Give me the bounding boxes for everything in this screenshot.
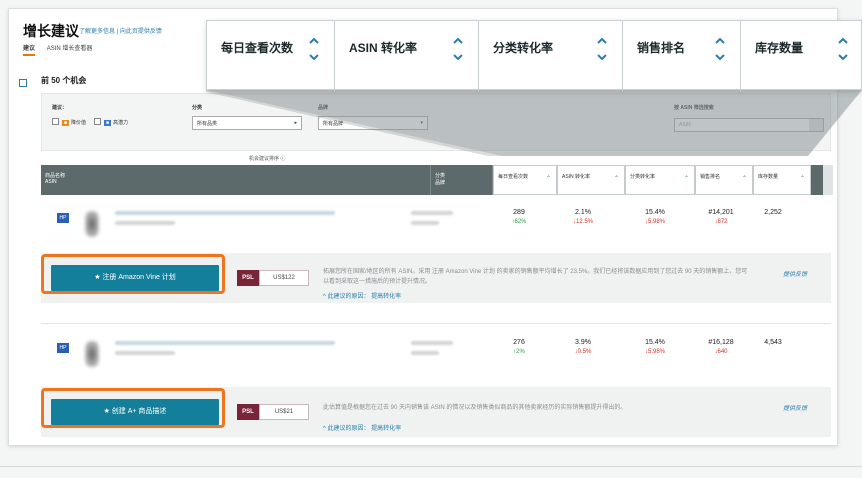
cta-highlight — [41, 254, 225, 294]
product-name-blurred[interactable] — [115, 211, 335, 215]
search-icon[interactable] — [809, 119, 823, 131]
brand-blurred — [411, 351, 439, 355]
zoom-col-asin-cvr[interactable]: ASIN 转化率 — [335, 21, 479, 91]
bottom-divider — [0, 466, 862, 467]
type-option-1: ■ 降价值 — [62, 120, 87, 126]
sidebar-icon[interactable] — [19, 79, 27, 87]
sort-updown-icon[interactable] — [308, 35, 320, 63]
feedback-link[interactable]: 提供反馈 — [783, 269, 807, 278]
recommendation-text: 拓展您所在国家/地区的所有 ASIN。采用 注册 Amazon Vine 计划 … — [323, 269, 748, 285]
tab-asin-viewer[interactable]: ASIN 增长查看器 — [47, 46, 93, 52]
sales-rank-value: #14,201 — [708, 209, 734, 216]
brand-select[interactable]: 所有品牌 ▾ — [318, 116, 428, 130]
brand-blurred — [411, 221, 439, 225]
table-caption: 机会建议排序 ⓘ — [249, 156, 286, 162]
category-cvr-value: 15.4% — [645, 339, 665, 346]
sort-icon[interactable]: ⌃ — [800, 175, 805, 182]
col-asin-cvr[interactable]: ASIN 转化率 ⌃ — [557, 165, 625, 195]
zoom-col-category-cvr[interactable]: 分类转化率 — [479, 21, 623, 91]
daily-views-delta: ↑62% — [511, 219, 527, 225]
search-label: 按 ASIN 筛选搜索 — [674, 105, 714, 111]
screenshot-stage: 增长建议 了解更多信息 | 向此页提供反馈 建议 ASIN 增长查看器 前 50… — [0, 0, 862, 478]
category-filter-label: 分类 — [192, 105, 203, 111]
table-row: HP 276 ↑2% 3.9% ↓0.5% 15.4% ↓5.98% #16,1… — [41, 329, 831, 379]
col-product: 商品名称 ASIN — [41, 165, 431, 195]
category-cvr-value: 15.4% — [645, 209, 665, 216]
col-sales-rank[interactable]: 销售排名 ⌃ — [695, 165, 753, 195]
table-header-end — [823, 165, 833, 195]
sales-rank-delta: ↓640 — [714, 349, 728, 355]
sort-updown-icon[interactable] — [714, 35, 726, 63]
projected-sales-value: US$122 — [259, 270, 309, 286]
category-blurred — [411, 341, 453, 345]
row-divider — [41, 323, 831, 324]
stock-value: 2,252 — [764, 209, 782, 216]
projected-sales-value: US$21 — [259, 404, 309, 420]
recommendation-reason-link[interactable]: ^ 此建议的原因： 提高转化率 — [323, 423, 401, 432]
sales-rank-value: #16,128 — [708, 339, 734, 346]
category-blurred — [411, 211, 453, 215]
filters-panel: 建议： ■ 降价值 ■ 高潜力 分类 所有品类 ▸ 品牌 所有品牌 ▾ 按 ASIN 筛… — [41, 93, 831, 151]
zoom-col-sales-rank[interactable]: 销售排名 — [623, 21, 741, 91]
product-thumbnail — [85, 211, 99, 237]
recommendation-text: 此估算值是根据您在过去 90 天内销售该 ASIN 的情况以及销售类似商品的其他… — [323, 405, 627, 411]
col-category: 分类 品牌 — [431, 165, 493, 195]
sort-updown-icon[interactable] — [837, 35, 849, 63]
daily-views-delta: ↑2% — [513, 349, 525, 355]
daily-views-value: 276 — [513, 339, 525, 346]
type-filter-label: 建议： — [52, 105, 68, 111]
asin-cvr-delta: ↓0.5% — [574, 349, 592, 355]
asin-blurred — [115, 351, 175, 355]
table-row: HP 289 ↑62% 2.1% ↓12.5% 15.4% ↓5.98% #14… — [41, 199, 831, 249]
sort-icon[interactable]: ⌃ — [546, 175, 551, 182]
page-title: 增长建议 — [23, 23, 79, 39]
tab-recommendations[interactable]: 建议 — [23, 46, 36, 56]
stock-value: 4,543 — [764, 339, 782, 346]
brand-filter-label: 品牌 — [318, 105, 329, 111]
col-stock[interactable]: 库存数量 ⌃ — [753, 165, 811, 195]
opportunities-heading: 前 50 个机会 — [41, 76, 87, 85]
type-option-2: ■ 高潜力 — [104, 120, 129, 126]
asin-cvr-value: 3.9% — [575, 339, 591, 346]
psl-badge: PSL — [237, 270, 259, 286]
asin-blurred — [115, 221, 175, 225]
recommendation-reason-link[interactable]: ^ 此建议的原因： 提高转化率 — [323, 291, 401, 300]
category-cvr-delta: ↓5.98% — [644, 219, 665, 225]
asin-cvr-delta: ↓12.5% — [572, 219, 593, 225]
sub-tabs: 建议 ASIN 增长查看器 — [23, 43, 102, 56]
zoom-col-daily-views[interactable]: 每日查看次数 — [207, 21, 335, 91]
feedback-link[interactable]: 提供反馈 — [783, 403, 807, 412]
type-option-2-checkbox[interactable] — [94, 118, 101, 125]
category-cvr-delta: ↓5.98% — [644, 349, 665, 355]
zoom-col-stock[interactable]: 库存数量 — [741, 21, 862, 91]
zoomed-metric-headers: 每日查看次数 ASIN 转化率 分类转化率 销售排名 库存数量 — [206, 20, 862, 91]
caret-down-icon: ▾ — [420, 120, 423, 126]
category-select[interactable]: 所有品类 ▸ — [192, 116, 302, 130]
brand-logo: HP — [57, 213, 69, 223]
sort-updown-icon[interactable] — [452, 35, 464, 63]
brand-logo: HP — [57, 343, 69, 353]
sort-updown-icon[interactable] — [596, 35, 608, 63]
product-name-blurred[interactable] — [115, 341, 335, 345]
caret-right-icon: ▸ — [294, 120, 297, 126]
col-category-cvr[interactable]: 分类转化率 ⌃ — [625, 165, 695, 195]
product-thumbnail — [85, 341, 99, 367]
cta-highlight — [41, 388, 225, 428]
asin-cvr-value: 2.1% — [575, 209, 591, 216]
daily-views-value: 289 — [513, 209, 525, 216]
header-links[interactable]: 了解更多信息 | 向此页提供反馈 — [79, 26, 162, 35]
asin-search-input[interactable]: ASIN — [674, 118, 824, 132]
psl-badge: PSL — [237, 404, 259, 420]
col-daily-views[interactable]: 每日查看次数 ⌃ — [493, 165, 557, 195]
sort-icon[interactable]: ⌃ — [684, 175, 689, 182]
sales-rank-delta: ↓872 — [714, 219, 728, 225]
sort-icon[interactable]: ⌃ — [614, 175, 619, 182]
table-header: 商品名称 ASIN 分类 品牌 每日查看次数 ⌃ ASIN 转化率 ⌃ 分类转化率 ⌃ 销… — [41, 165, 823, 195]
type-option-1-checkbox[interactable] — [52, 118, 59, 125]
sort-icon[interactable]: ⌃ — [742, 175, 747, 182]
